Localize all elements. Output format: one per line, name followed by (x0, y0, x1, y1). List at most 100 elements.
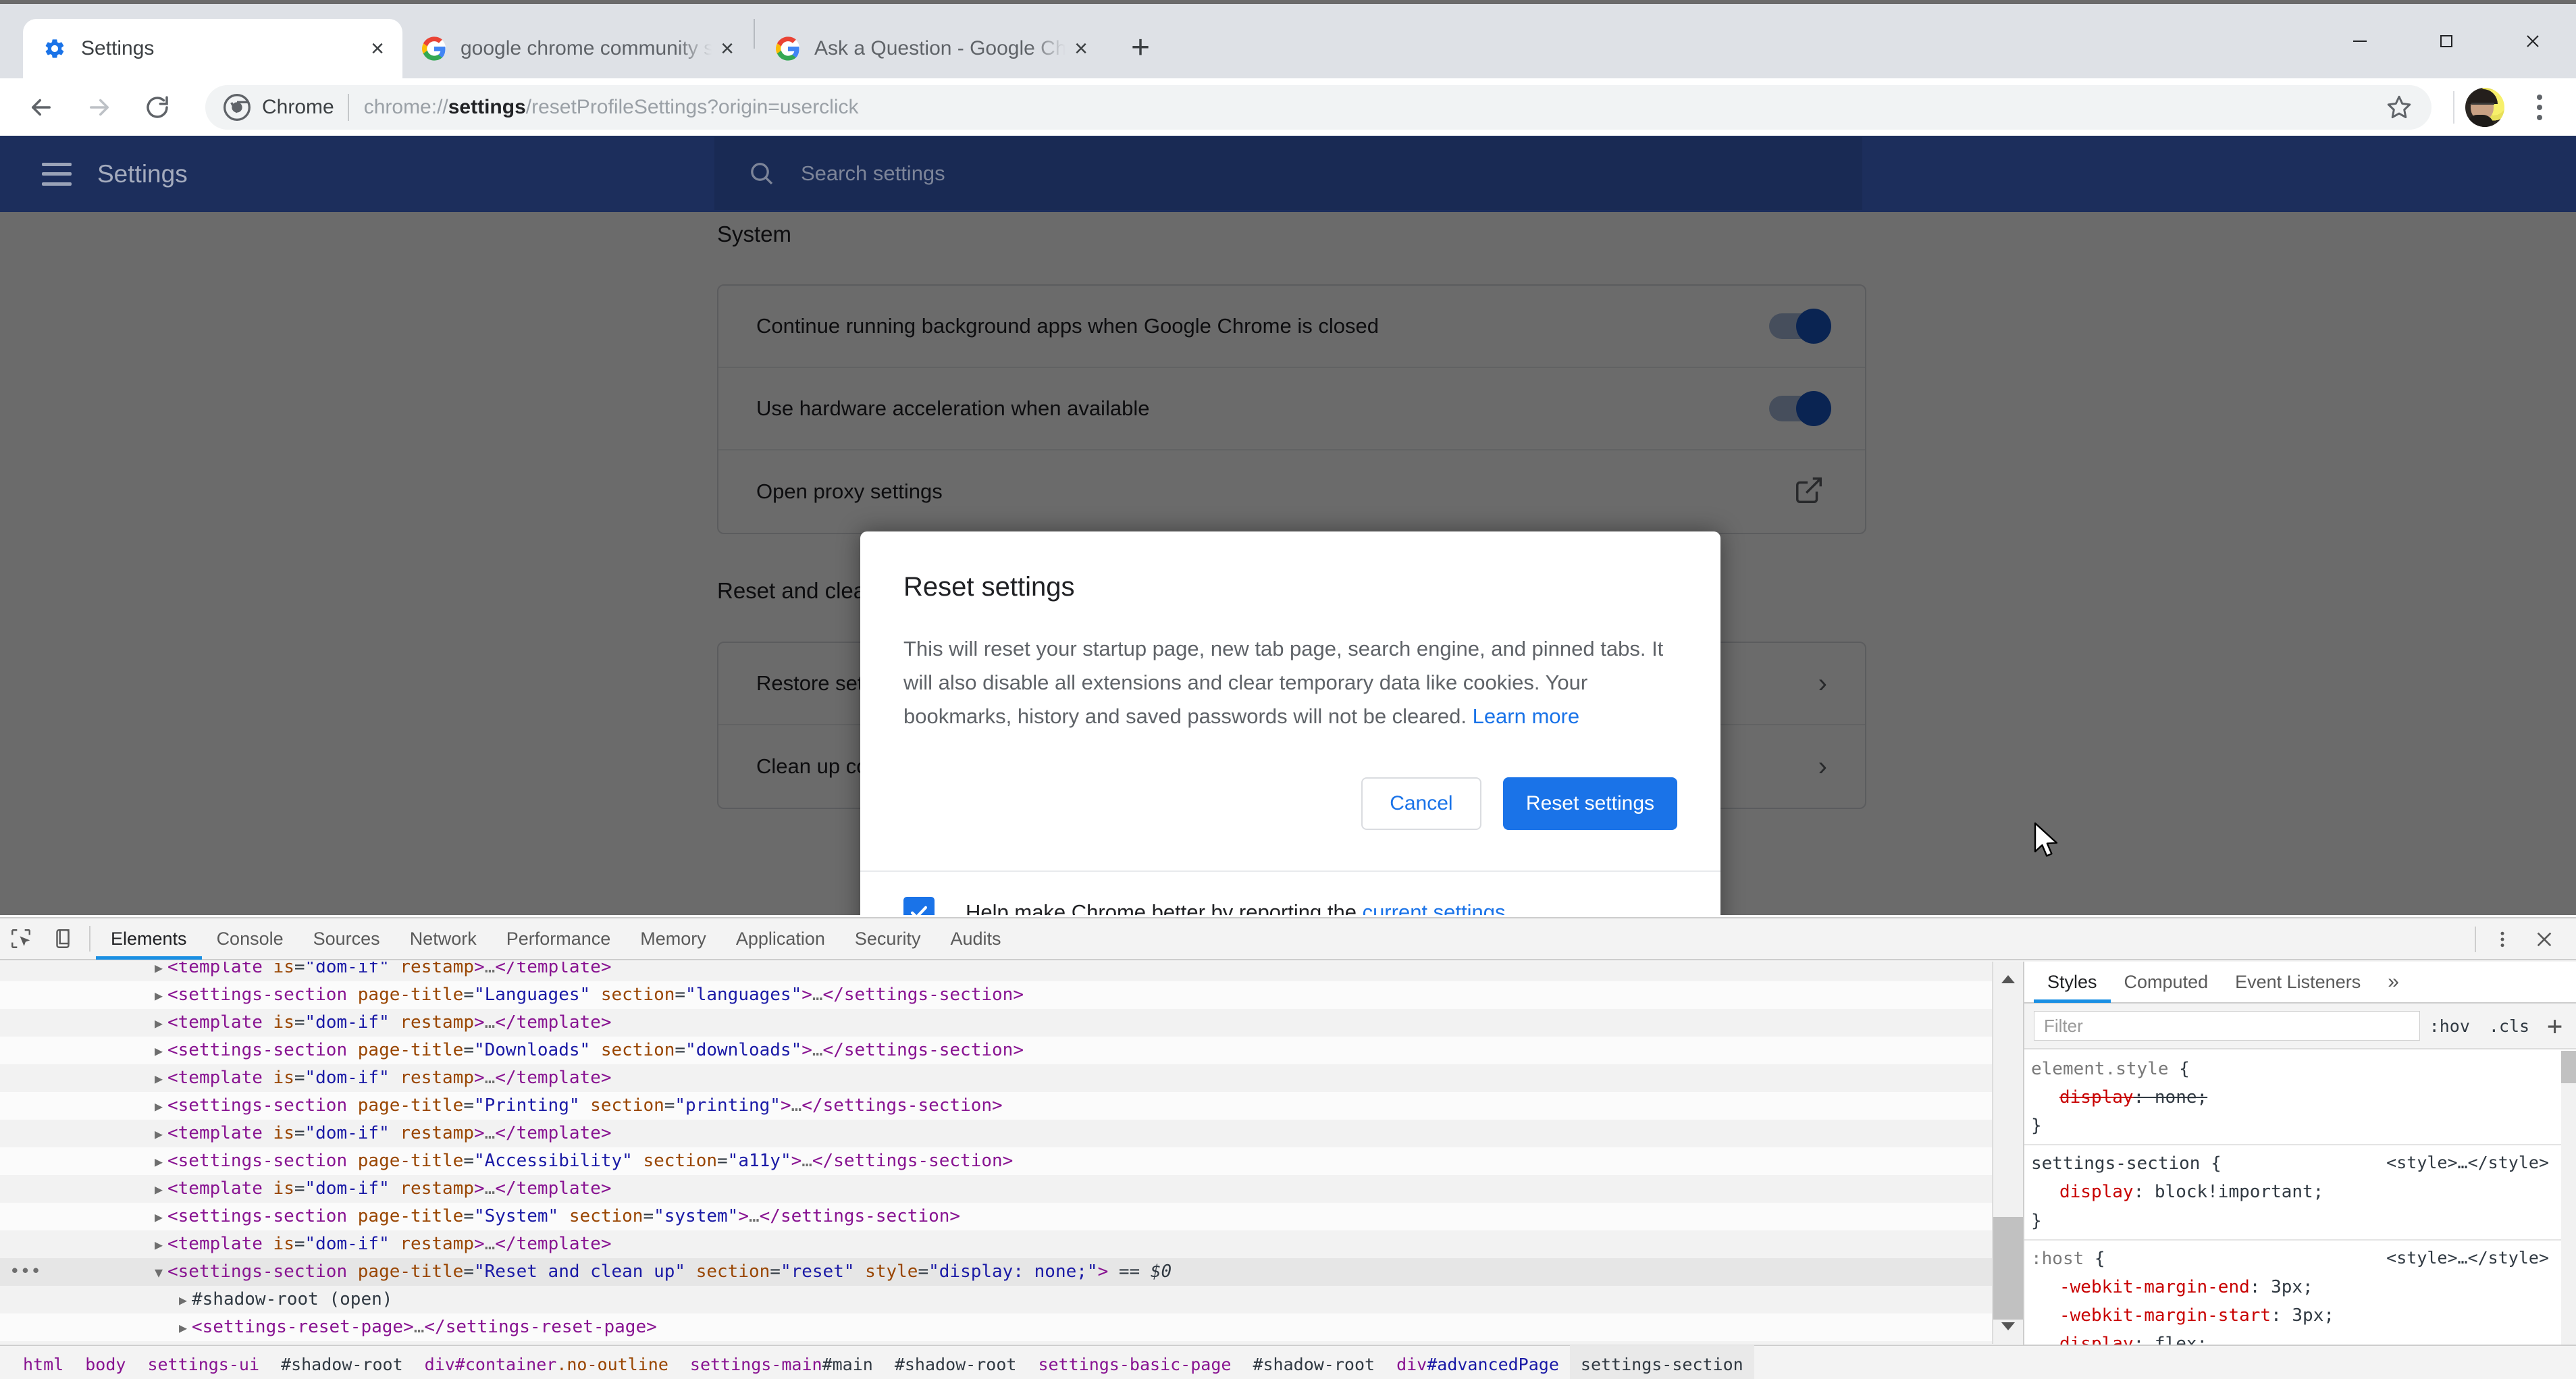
close-icon[interactable] (2490, 4, 2576, 78)
style-declaration[interactable]: display: block!important; (2031, 1182, 2323, 1202)
close-icon[interactable] (2523, 918, 2565, 960)
expand-arrow-icon[interactable]: ▶ (174, 1286, 192, 1314)
dom-node[interactable]: ▶ <template is="dom-if" restamp>…</templa… (0, 1120, 1992, 1147)
dom-node[interactable]: ▶ <settings-section page-title="Downloads… (0, 1037, 1992, 1064)
expand-arrow-icon[interactable]: ▶ (150, 1010, 167, 1037)
dom-overflow-dots[interactable]: ••• (9, 1258, 41, 1286)
breadcrumb-item[interactable]: settings-main #main (679, 1345, 884, 1379)
style-rule[interactable]: element.style {display: none;} (2024, 1051, 2561, 1146)
expand-arrow-icon[interactable]: ▶ (174, 1314, 192, 1342)
devtools-tab-sources[interactable]: Sources (298, 918, 395, 960)
dom-node[interactable]: ▶ <settings-section page-title="Accessibi… (0, 1147, 1992, 1175)
expand-arrow-icon[interactable]: ▶ (150, 1148, 167, 1176)
reload-icon[interactable] (128, 78, 186, 136)
breadcrumb-item[interactable]: body (74, 1345, 136, 1379)
styles-tab-computed[interactable]: Computed (2111, 962, 2222, 1003)
address-bar[interactable]: Chrome chrome://settings/resetProfileSet… (205, 84, 2432, 130)
devtools-tab-elements[interactable]: Elements (96, 918, 202, 960)
reset-settings-button[interactable]: Reset settings (1502, 777, 1677, 830)
expand-arrow-icon[interactable]: ▶ (150, 1037, 167, 1065)
expand-arrow-icon[interactable]: ▶ (150, 1203, 167, 1231)
search-input[interactable]: Search settings (714, 137, 1862, 210)
styles-tab-styles[interactable]: Styles (2034, 962, 2111, 1003)
inspect-element-icon[interactable] (0, 918, 42, 960)
maximize-icon[interactable] (2403, 4, 2490, 78)
breadcrumb-item[interactable]: div #advancedPage (1386, 1345, 1570, 1379)
styles-tab-event-listeners[interactable]: Event Listeners (2222, 962, 2374, 1003)
style-rule[interactable]: settings-section {<style>…</style> displa… (2024, 1145, 2561, 1241)
cancel-button[interactable]: Cancel (1361, 777, 1481, 830)
forward-arrow-icon[interactable] (70, 78, 128, 136)
breadcrumb-item[interactable]: #shadow-root (884, 1345, 1028, 1379)
browser-tab-settings[interactable]: Settings × (23, 19, 402, 78)
avatar[interactable] (2465, 87, 2504, 127)
dom-node[interactable]: ▶ <template is="dom-if" restamp>…</templa… (0, 962, 1992, 981)
expand-arrow-icon[interactable]: ▶ (150, 1231, 167, 1259)
more-tabs-icon[interactable]: » (2374, 970, 2413, 993)
expand-arrow-icon[interactable]: ▶ (150, 1120, 167, 1148)
scroll-up-icon[interactable] (1993, 962, 2023, 997)
current-settings-link[interactable]: current settings (1363, 900, 1506, 915)
report-settings-checkbox[interactable] (903, 896, 935, 915)
rule-source-link[interactable]: <style>…</style> (2386, 1149, 2549, 1177)
rule-selector[interactable]: settings-section (2031, 1153, 2200, 1174)
browser-tab-community-support[interactable]: google chrome community supp × (402, 19, 752, 78)
styles-filter-input[interactable]: Filter (2034, 1011, 2420, 1041)
scrollbar-thumb[interactable] (1993, 1217, 2023, 1320)
breadcrumb-item[interactable]: settings-ui (136, 1345, 270, 1379)
devtools-tab-network[interactable]: Network (395, 918, 492, 960)
breadcrumb-item[interactable]: html (12, 1345, 74, 1379)
dom-vertical-scrollbar[interactable] (1992, 962, 2023, 1344)
three-dot-menu-icon[interactable] (2515, 83, 2564, 132)
dom-node[interactable]: ▶ <template is="dom-if" restamp>…</templa… (0, 1064, 1992, 1092)
dom-node[interactable]: ▶ <settings-section page-title="System" s… (0, 1203, 1992, 1230)
devtools-tab-console[interactable]: Console (202, 918, 298, 960)
breadcrumb-item[interactable]: settings-section (1569, 1345, 1754, 1379)
expand-arrow-icon[interactable]: ▶ (150, 1176, 167, 1203)
cls-toggle[interactable]: .cls (2479, 1016, 2539, 1036)
devtools-tab-memory[interactable]: Memory (625, 918, 721, 960)
style-declaration[interactable]: display: none; (2031, 1087, 2207, 1108)
scroll-down-icon[interactable] (1993, 1309, 2023, 1344)
rule-source-link[interactable]: <style>…</style> (2386, 1245, 2549, 1272)
expand-arrow-icon[interactable]: ▶ (150, 1093, 167, 1120)
scrollbar-thumb[interactable] (2561, 1051, 2576, 1083)
dom-node[interactable]: ▶ <settings-section page-title="Languages… (0, 981, 1992, 1009)
dom-node[interactable]: ▶ <settings-section page-title="Printing"… (0, 1092, 1992, 1120)
expand-arrow-icon[interactable]: ▶ (150, 962, 167, 982)
rule-selector[interactable]: element.style (2031, 1059, 2169, 1079)
dom-node[interactable]: ▶ <template is="dom-if" restamp>…</templa… (0, 1230, 1992, 1258)
close-icon[interactable]: × (362, 33, 393, 64)
rule-selector[interactable]: :host (2031, 1249, 2084, 1269)
dom-node[interactable]: ▶ <template is="dom-if" restamp>…</templa… (0, 1175, 1992, 1203)
device-toolbar-icon[interactable] (42, 918, 84, 960)
expand-arrow-icon[interactable]: ▶ (150, 982, 167, 1010)
close-icon[interactable]: × (1066, 33, 1097, 64)
new-style-rule-button[interactable]: + (2539, 1013, 2571, 1039)
three-dot-menu-icon[interactable] (2481, 918, 2523, 960)
breadcrumb-item[interactable]: settings-basic-page (1027, 1345, 1242, 1379)
dom-node[interactable]: ▶ <template is="dom-if" restamp>…</templa… (0, 1009, 1992, 1037)
expand-arrow-icon[interactable]: ▶ (150, 1065, 167, 1093)
close-icon[interactable]: × (712, 33, 743, 64)
dom-node[interactable]: ▶ <settings-reset-page>…</settings-reset-… (0, 1313, 1992, 1341)
minimize-icon[interactable] (2317, 4, 2403, 78)
devtools-tab-security[interactable]: Security (840, 918, 936, 960)
bookmark-star-icon[interactable] (2367, 85, 2432, 130)
devtools-tab-performance[interactable]: Performance (492, 918, 626, 960)
new-tab-button[interactable]: + (1117, 24, 1164, 72)
devtools-tab-application[interactable]: Application (721, 918, 840, 960)
back-arrow-icon[interactable] (12, 78, 70, 136)
breadcrumb-item[interactable]: #shadow-root (1242, 1345, 1386, 1379)
dom-scroll-area[interactable]: ▶ <template is="dom-if" restamp>…</templa… (0, 962, 1992, 1344)
learn-more-link[interactable]: Learn more (1473, 704, 1580, 728)
expand-arrow-icon[interactable]: ▼ (150, 1259, 167, 1286)
hov-toggle[interactable]: :hov (2420, 1016, 2479, 1036)
dom-node-selected[interactable]: ▼ <settings-section page-title="Reset and… (0, 1258, 1992, 1286)
dom-node[interactable]: ▶ #shadow-root (open) (0, 1286, 1992, 1313)
styles-vertical-scrollbar[interactable] (2561, 1051, 2576, 1379)
style-declaration[interactable]: -webkit-margin-start: 3px; (2031, 1305, 2334, 1326)
style-declaration[interactable]: -webkit-margin-end: 3px; (2031, 1277, 2313, 1297)
breadcrumb-item[interactable]: #shadow-root (270, 1345, 414, 1379)
breadcrumb-item[interactable]: div#container .no-outline (414, 1345, 679, 1379)
